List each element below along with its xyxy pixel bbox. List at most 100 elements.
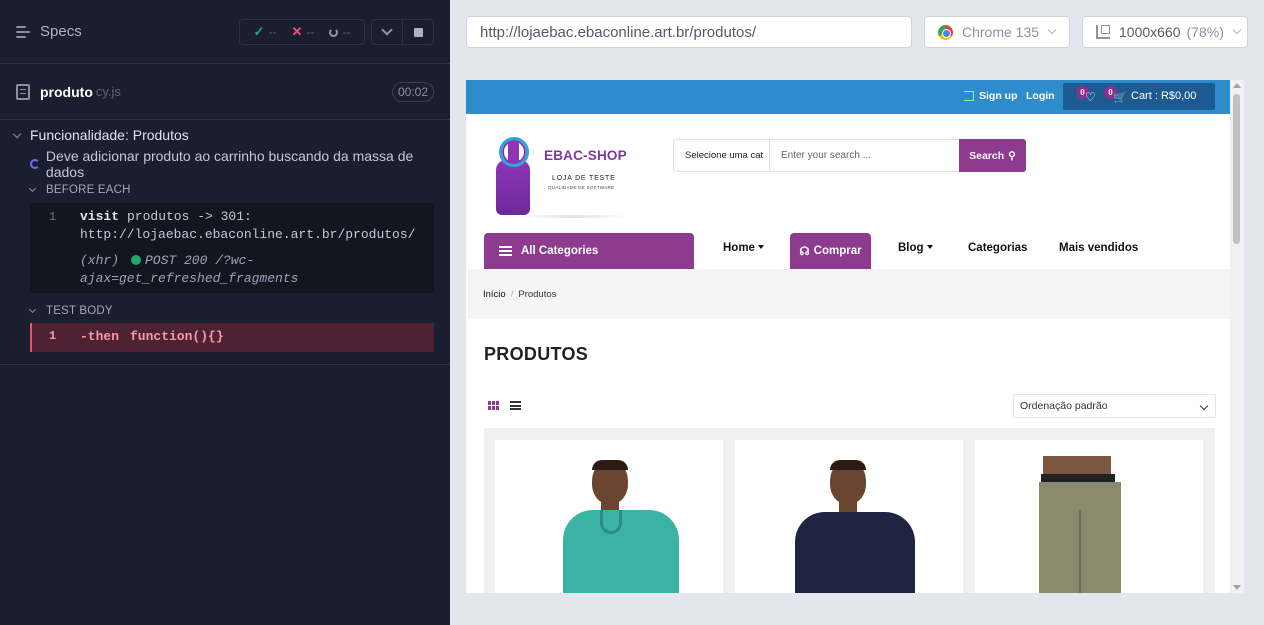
caret-down-icon — [757, 245, 764, 249]
before-each-commands: 1 visit produtos -> 301: http://lojaebac… — [30, 203, 434, 293]
product-card[interactable] — [975, 440, 1203, 593]
status-dot-icon — [131, 255, 141, 265]
site-frame: Sign up Login 0 ♡ 0 🛒 Cart : R$0,00 EBAC… — [466, 80, 1244, 593]
x-icon: ✕ — [291, 24, 303, 39]
nav-categorias[interactable]: Categorias — [968, 242, 1027, 254]
search-bar: Selecione uma cat Search ⚲ — [673, 139, 1026, 172]
ordering-value: Ordenação padrão — [1020, 400, 1108, 412]
test-body-hook[interactable]: TEST BODY — [28, 303, 113, 319]
divider — [0, 364, 450, 365]
product-image — [735, 440, 963, 593]
site-logo[interactable]: EBAC-SHOP LOJA DE TESTE QUALIDADE DE SOF… — [496, 135, 636, 220]
specs-label[interactable]: Specs — [40, 23, 82, 40]
search-button-label: Search — [969, 149, 1005, 162]
file-icon — [16, 83, 30, 100]
scroll-thumb[interactable] — [1233, 94, 1240, 244]
heart-icon[interactable]: ♡ — [1085, 91, 1096, 103]
nav-blog-label: Blog — [898, 242, 924, 254]
scroll-up-icon[interactable] — [1233, 83, 1241, 88]
spec-extension: cy.js — [95, 84, 121, 99]
breadcrumb-home[interactable]: Início — [483, 289, 506, 300]
running-icon — [30, 159, 40, 169]
login-link[interactable]: Login — [1026, 90, 1055, 102]
caret-down-icon — [926, 245, 933, 249]
passed-stat: ✓ -- — [254, 24, 277, 40]
product-grid — [484, 428, 1215, 593]
cart-total: Cart : R$0,00 — [1131, 90, 1197, 102]
signup-icon — [964, 91, 974, 101]
suite-title: Funcionalidade: Produtos — [30, 127, 189, 143]
suite-row[interactable]: Funcionalidade: Produtos — [0, 125, 450, 145]
product-card[interactable] — [495, 440, 723, 593]
stop-button[interactable] — [402, 20, 433, 44]
nav-blog[interactable]: Blog — [898, 242, 933, 254]
caret-down-icon — [12, 129, 22, 138]
search-icon: ⚲ — [1008, 149, 1016, 162]
command-name: visit — [80, 209, 120, 224]
breadcrumb-bar: Início / Produtos — [468, 269, 1230, 319]
hook-label: TEST BODY — [46, 305, 113, 317]
passed-count: -- — [268, 25, 277, 39]
all-categories-button[interactable]: All Categories — [484, 233, 694, 269]
failed-count: -- — [306, 25, 315, 39]
nav-mais-vendidos[interactable]: Mais vendidos — [1059, 242, 1138, 254]
product-image — [975, 440, 1203, 593]
run-controls — [371, 19, 434, 45]
command-number: 1 — [49, 329, 57, 343]
before-each-hook[interactable]: BEFORE EACH — [28, 182, 131, 198]
viewport-selector[interactable]: 1000x660 (78%) — [1082, 16, 1248, 48]
chevron-down-icon — [1232, 25, 1242, 35]
url-bar[interactable]: http://lojaebac.ebaconline.art.br/produt… — [466, 16, 912, 48]
command-message-url: http://lojaebac.ebaconline.art.br/produt… — [80, 227, 416, 242]
logo-underline — [518, 215, 628, 218]
chrome-icon — [938, 24, 953, 40]
nav-home[interactable]: Home — [723, 242, 764, 254]
cypress-reporter: Specs ✓ -- ✕ -- -- produto cy.js 00:02 F… — [0, 0, 450, 625]
browser-name: Chrome 135 — [962, 24, 1040, 40]
failed-command-row[interactable]: 1 -then function(){} — [30, 323, 434, 352]
specs-list-icon[interactable] — [16, 25, 32, 39]
test-stats: ✓ -- ✕ -- -- — [239, 19, 365, 45]
nav-comprar[interactable]: ☊ Comprar — [790, 233, 871, 269]
site-topbar: Sign up Login 0 ♡ 0 🛒 Cart : R$0,00 — [466, 80, 1230, 114]
browser-selector[interactable]: Chrome 135 — [924, 16, 1070, 48]
app-under-test-panel: http://lojaebac.ebaconline.art.br/produt… — [450, 0, 1264, 625]
command-message: produtos -> 301: — [127, 209, 252, 224]
nav-comprar-label: Comprar — [813, 245, 862, 257]
xhr-label: (xhr) — [80, 253, 120, 268]
viewport-scale: (78%) — [1186, 24, 1224, 40]
list-view-icon[interactable] — [510, 401, 521, 410]
check-icon: ✓ — [253, 24, 265, 39]
viewport-size: 1000x660 — [1119, 24, 1181, 40]
all-categories-label: All Categories — [521, 245, 599, 257]
logo-title: EBAC-SHOP — [544, 148, 627, 163]
command-name: -then — [80, 329, 120, 344]
scroll-down-icon[interactable] — [1233, 585, 1241, 590]
nav-home-label: Home — [723, 242, 755, 254]
chevron-down-icon — [1047, 25, 1057, 35]
pending-icon — [329, 27, 339, 37]
cart-icon: 🛒 — [1113, 92, 1127, 104]
search-input[interactable] — [771, 140, 960, 171]
cart-widget[interactable]: 0 ♡ 0 🛒 Cart : R$0,00 — [1063, 83, 1215, 110]
command-message: function(){} — [130, 329, 224, 344]
pending-count: -- — [342, 25, 351, 39]
breadcrumb-current: Produtos — [518, 289, 557, 300]
grid-view-icon[interactable] — [488, 401, 499, 410]
spec-file-row[interactable]: produto cy.js — [0, 64, 450, 120]
logo-ring-icon — [499, 137, 529, 167]
product-card[interactable] — [735, 440, 963, 593]
search-button[interactable]: Search ⚲ — [959, 139, 1026, 172]
page-title: PRODUTOS — [484, 344, 589, 364]
failed-stat: ✕ -- — [292, 24, 315, 40]
collapse-button[interactable] — [372, 20, 402, 44]
breadcrumb: Início / Produtos — [483, 289, 556, 300]
caret-down-icon — [28, 305, 37, 314]
test-row[interactable]: Deve adicionar produto ao carrinho busca… — [30, 148, 450, 180]
chevron-down-icon — [381, 24, 393, 36]
frame-scrollbar[interactable] — [1230, 80, 1244, 593]
signup-link[interactable]: Sign up — [964, 90, 1018, 102]
search-category-select[interactable]: Selecione uma cat — [674, 140, 770, 171]
menu-icon — [499, 246, 512, 256]
ordering-select[interactable]: Ordenação padrão — [1013, 394, 1216, 418]
